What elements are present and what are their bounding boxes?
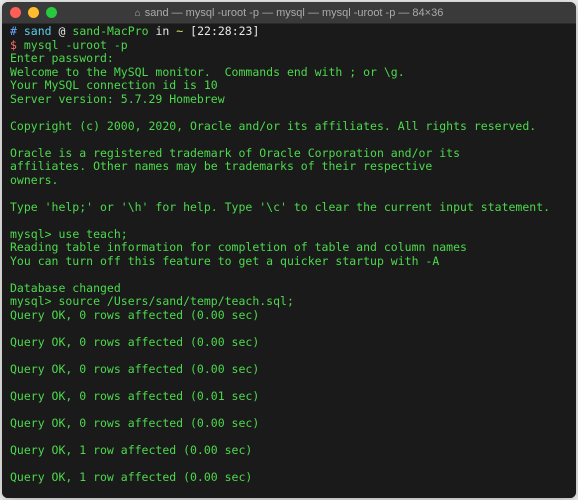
cmd-use: use teach; (52, 227, 128, 241)
line-help: Type 'help;' or '\h' for help. Type '\c'… (10, 200, 550, 214)
query-result: Query OK, 0 rows affected (0.00 sec) (10, 362, 259, 376)
prompt-at: @ (59, 24, 66, 38)
home-icon: ⌂ (135, 8, 141, 19)
line-reading-2: You can turn off this feature to get a q… (10, 254, 439, 268)
cmd-source: source /Users/sand/temp/teach.sql; (52, 294, 294, 308)
prompt-host: sand-MacPro (72, 24, 148, 38)
query-result: Query OK, 0 rows affected (0.00 sec) (10, 308, 259, 322)
query-result: Query OK, 0 rows affected (0.00 sec) (10, 335, 259, 349)
query-result: Query OK, 1 row affected (0.00 sec) (10, 443, 252, 457)
query-result: Query OK, 1 row affected (0.01 sec) (10, 497, 252, 499)
prompt-time: [22:28:23] (190, 24, 259, 38)
line-trademark-2: affiliates. Other names may be trademark… (10, 159, 432, 173)
prompt-command: mysql -uroot -p (24, 38, 128, 52)
query-result: Query OK, 0 rows affected (0.01 sec) (10, 389, 259, 403)
mysql-prompt: mysql> (10, 294, 52, 308)
line-trademark-3: owners. (10, 173, 58, 187)
window-title-text: sand — mysql -uroot -p — mysql — mysql -… (145, 7, 444, 19)
prompt-cwd: ~ (176, 24, 183, 38)
minimize-icon[interactable] (28, 7, 39, 18)
query-result: Query OK, 1 row affected (0.00 sec) (10, 470, 252, 484)
line-enter-password: Enter password: (10, 51, 114, 65)
terminal-window: ⌂ sand — mysql -uroot -p — mysql — mysql … (2, 2, 576, 498)
prompt-dollar: $ (10, 38, 17, 52)
prompt-in: in (156, 24, 170, 38)
query-result: Query OK, 0 rows affected (0.00 sec) (10, 416, 259, 430)
close-icon[interactable] (10, 7, 21, 18)
prompt-hash: # (10, 24, 17, 38)
traffic-lights (10, 7, 57, 18)
line-db-changed: Database changed (10, 281, 121, 295)
zoom-icon[interactable] (46, 7, 57, 18)
line-server-ver: Server version: 5.7.29 Homebrew (10, 92, 225, 106)
titlebar[interactable]: ⌂ sand — mysql -uroot -p — mysql — mysql … (2, 2, 576, 24)
line-welcome: Welcome to the MySQL monitor. Commands e… (10, 65, 405, 79)
line-trademark-1: Oracle is a registered trademark of Orac… (10, 146, 460, 160)
mysql-prompt: mysql> (10, 227, 52, 241)
window-title: ⌂ sand — mysql -uroot -p — mysql — mysql … (135, 7, 444, 19)
terminal-content[interactable]: # sand @ sand-MacPro in ~ [22:28:23] $ m… (2, 24, 576, 498)
line-copyright: Copyright (c) 2000, 2020, Oracle and/or … (10, 119, 536, 133)
prompt-user: sand (24, 24, 52, 38)
line-reading-1: Reading table information for completion… (10, 240, 467, 254)
line-conn-id: Your MySQL connection id is 10 (10, 78, 218, 92)
